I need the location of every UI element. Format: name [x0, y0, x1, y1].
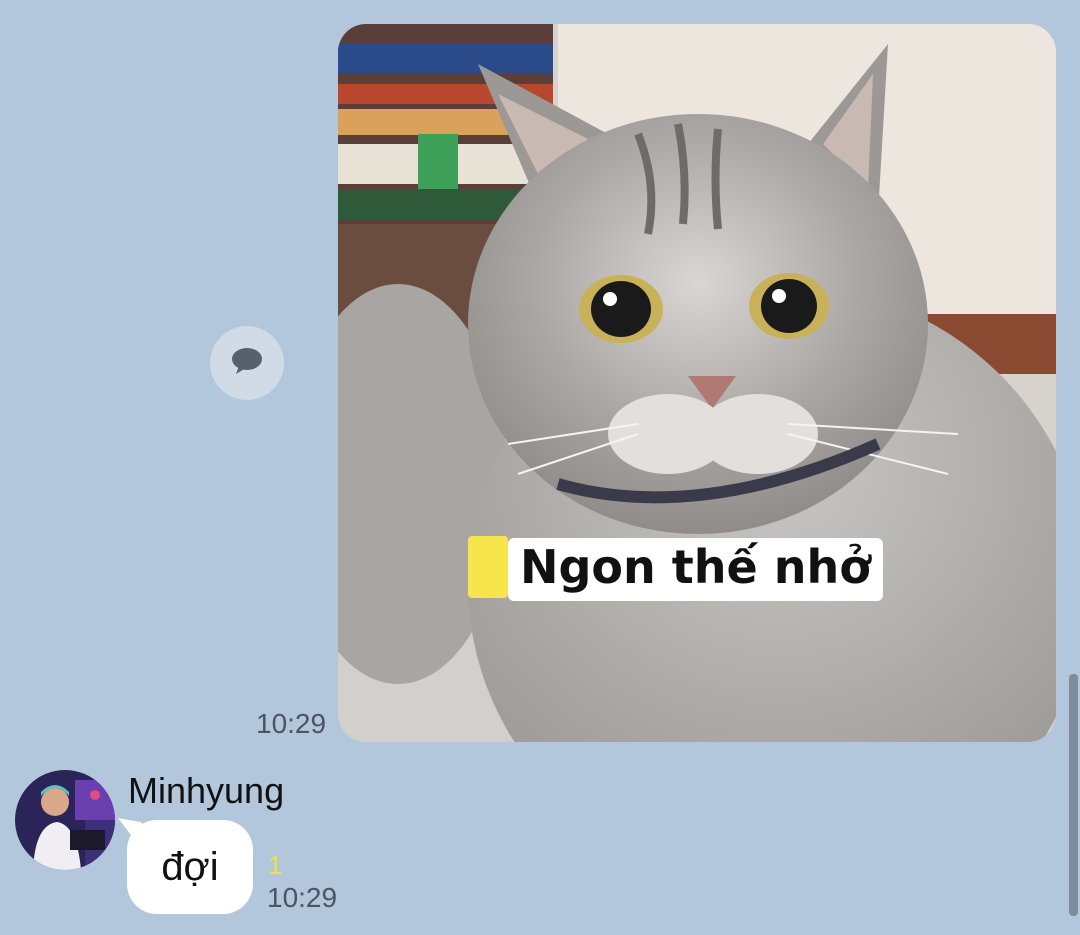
- scrollbar[interactable]: [1069, 674, 1078, 916]
- sender-name: Minhyung: [128, 770, 285, 811]
- received-message-time: 10:29: [267, 882, 338, 913]
- image-caption: Ngon thế nhở: [508, 538, 883, 601]
- message-text: đợi: [161, 844, 219, 889]
- sent-image-message[interactable]: Ngon thế nhở: [338, 24, 1056, 742]
- received-message-bubble[interactable]: đợi: [127, 820, 253, 914]
- unread-count: 1: [268, 850, 283, 880]
- avatar-photo: [15, 770, 115, 870]
- share-button[interactable]: [210, 326, 284, 400]
- cat-meme-image: [338, 24, 1056, 742]
- avatar[interactable]: [15, 770, 115, 870]
- sent-message-time: 10:29: [256, 708, 327, 739]
- caption-sticker-decoration: [468, 536, 508, 598]
- speech-bubble-icon: [230, 346, 264, 381]
